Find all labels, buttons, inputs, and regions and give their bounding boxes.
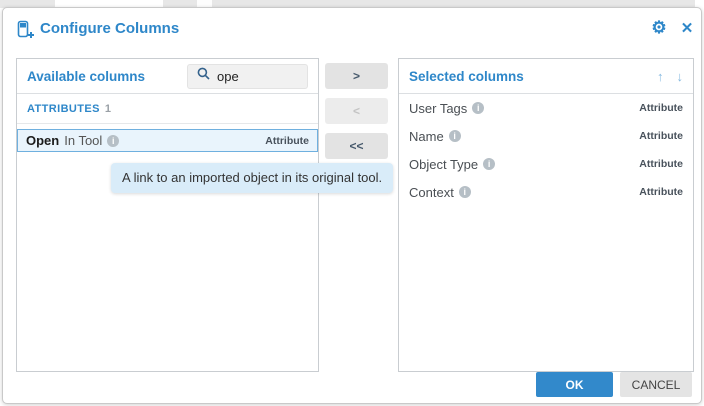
selected-row-user-tags[interactable]: User Tagsi Attribute: [399, 94, 693, 122]
dialog-footer: OK CANCEL: [536, 372, 692, 397]
move-left-button[interactable]: <: [325, 98, 388, 124]
search-input[interactable]: [217, 69, 298, 84]
attributes-group-header: ATTRIBUTES 1: [17, 94, 318, 124]
selected-columns-title: Selected columns: [409, 69, 657, 84]
attribute-type-badge: Attribute: [639, 158, 683, 170]
info-icon[interactable]: i: [459, 186, 471, 198]
info-icon[interactable]: i: [472, 102, 484, 114]
cancel-button[interactable]: CANCEL: [620, 372, 692, 397]
settings-gear-icon[interactable]: ⚙: [649, 18, 669, 38]
attributes-group-count: 1: [105, 103, 112, 115]
available-row-label: Open In Tooli: [26, 133, 265, 148]
attribute-type-badge: Attribute: [639, 130, 683, 142]
attribute-type-badge: Attribute: [639, 186, 683, 198]
available-columns-panel: Available columns ATTRIBUTES 1 Open In To…: [16, 58, 319, 372]
selected-row-name[interactable]: Namei Attribute: [399, 122, 693, 150]
available-columns-header: Available columns: [17, 59, 318, 94]
available-columns-title: Available columns: [27, 69, 187, 84]
info-icon[interactable]: i: [483, 158, 495, 170]
attribute-type-badge: Attribute: [265, 135, 309, 147]
configure-columns-dialog: Configure Columns ⚙ ✕ Available columns: [2, 7, 702, 404]
available-row-open-in-tool[interactable]: Open In Tooli Attribute: [17, 129, 318, 152]
attribute-type-badge: Attribute: [639, 102, 683, 114]
info-icon[interactable]: i: [449, 130, 461, 142]
search-icon: [197, 67, 210, 85]
ok-button[interactable]: OK: [536, 372, 613, 397]
selected-columns-panel: Selected columns ↑ ↓ User Tagsi Attribut…: [398, 58, 694, 372]
tooltip: A link to an imported object in its orig…: [111, 163, 393, 193]
move-up-icon[interactable]: ↑: [657, 69, 664, 84]
move-all-left-button[interactable]: <<: [325, 133, 388, 159]
selected-row-object-type[interactable]: Object Typei Attribute: [399, 150, 693, 178]
selected-row-context[interactable]: Contexti Attribute: [399, 178, 693, 206]
search-box[interactable]: [187, 64, 308, 89]
screenshot-root: Configure Columns ⚙ ✕ Available columns: [0, 0, 704, 406]
attributes-group-label: ATTRIBUTES: [27, 103, 100, 115]
selected-columns-header: Selected columns ↑ ↓: [399, 59, 693, 94]
move-right-button[interactable]: >: [325, 63, 388, 89]
info-icon[interactable]: i: [107, 135, 119, 147]
move-down-icon[interactable]: ↓: [677, 69, 684, 84]
dialog-title: Configure Columns: [40, 20, 179, 37]
close-icon[interactable]: ✕: [677, 19, 697, 39]
add-column-icon: [17, 20, 35, 40]
